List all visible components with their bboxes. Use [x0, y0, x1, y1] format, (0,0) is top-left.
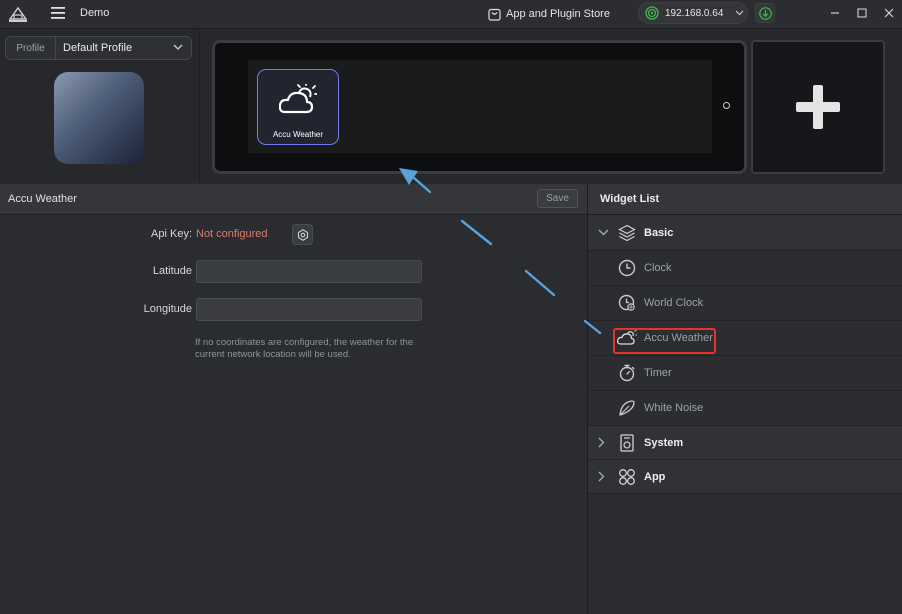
drag-arrow	[399, 168, 602, 335]
arrowhead	[399, 168, 418, 185]
